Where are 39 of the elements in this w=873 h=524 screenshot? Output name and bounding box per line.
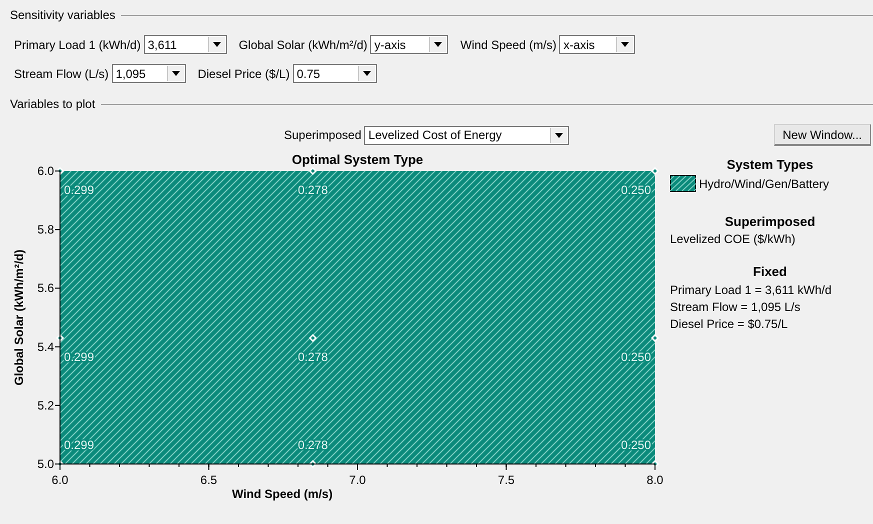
group-title: Sensitivity variables [10,8,116,22]
value-label: 0.250 [620,183,651,197]
axis-tick-label: 7.5 [498,473,515,487]
value-label: 0.278 [298,350,328,364]
value-label: 0.278 [298,183,328,197]
value-label: 0.250 [620,438,651,452]
value-label: 0.278 [298,438,328,452]
y-axis-title: Global Solar (kWh/m²/d) [12,250,26,386]
field-label: Wind Speed (m/s) [460,38,556,52]
legend-text: Stream Flow = 1,095 L/s [670,299,802,316]
axis-tick-label: 6.5 [200,473,218,487]
group-title: Variables to plot [10,97,96,111]
axis-tick-label: 7.0 [349,473,366,487]
axis-tick-label: 6.0 [37,164,54,178]
legend-text: Diesel Price = $0.75/L [670,316,789,333]
legend-heading: Fixed [752,264,788,279]
axis-tick-label: 8.0 [646,473,664,487]
field-label: Diesel Price ($/L) [198,66,290,80]
value-label: 0.299 [64,183,94,197]
legend-label: Hydro/Wind/Gen/Battery [699,176,830,190]
axis-tick-label: 6.0 [52,473,68,487]
legend-text: Levelized COE ($/kWh) [670,232,796,246]
legend-text: Primary Load 1 = 3,611 kWh/d [670,282,833,299]
axis-tick-label: 5.6 [37,281,54,296]
field-label: Superimposed [284,128,362,142]
field-label: Stream Flow (L/s) [14,66,109,80]
field-label: Primary Load 1 (kWh/d) [14,38,141,52]
value-label: 0.299 [64,350,94,364]
axis-tick-label: 5.8 [37,222,54,237]
legend-heading: Superimposed [724,214,816,229]
value-label: 0.250 [620,350,651,364]
chart-title: Optimal System Type [292,152,424,167]
axis-tick-label: 5.0 [37,457,54,471]
axis-tick-label: 5.4 [37,340,54,354]
value-label: 0.299 [64,438,94,452]
axis-tick-label: 5.2 [37,398,54,412]
legend-heading: System Types [726,157,814,172]
field-label: Global Solar (kWh/m²/d) [238,38,368,52]
x-axis-title: Wind Speed (m/s) [232,487,333,501]
